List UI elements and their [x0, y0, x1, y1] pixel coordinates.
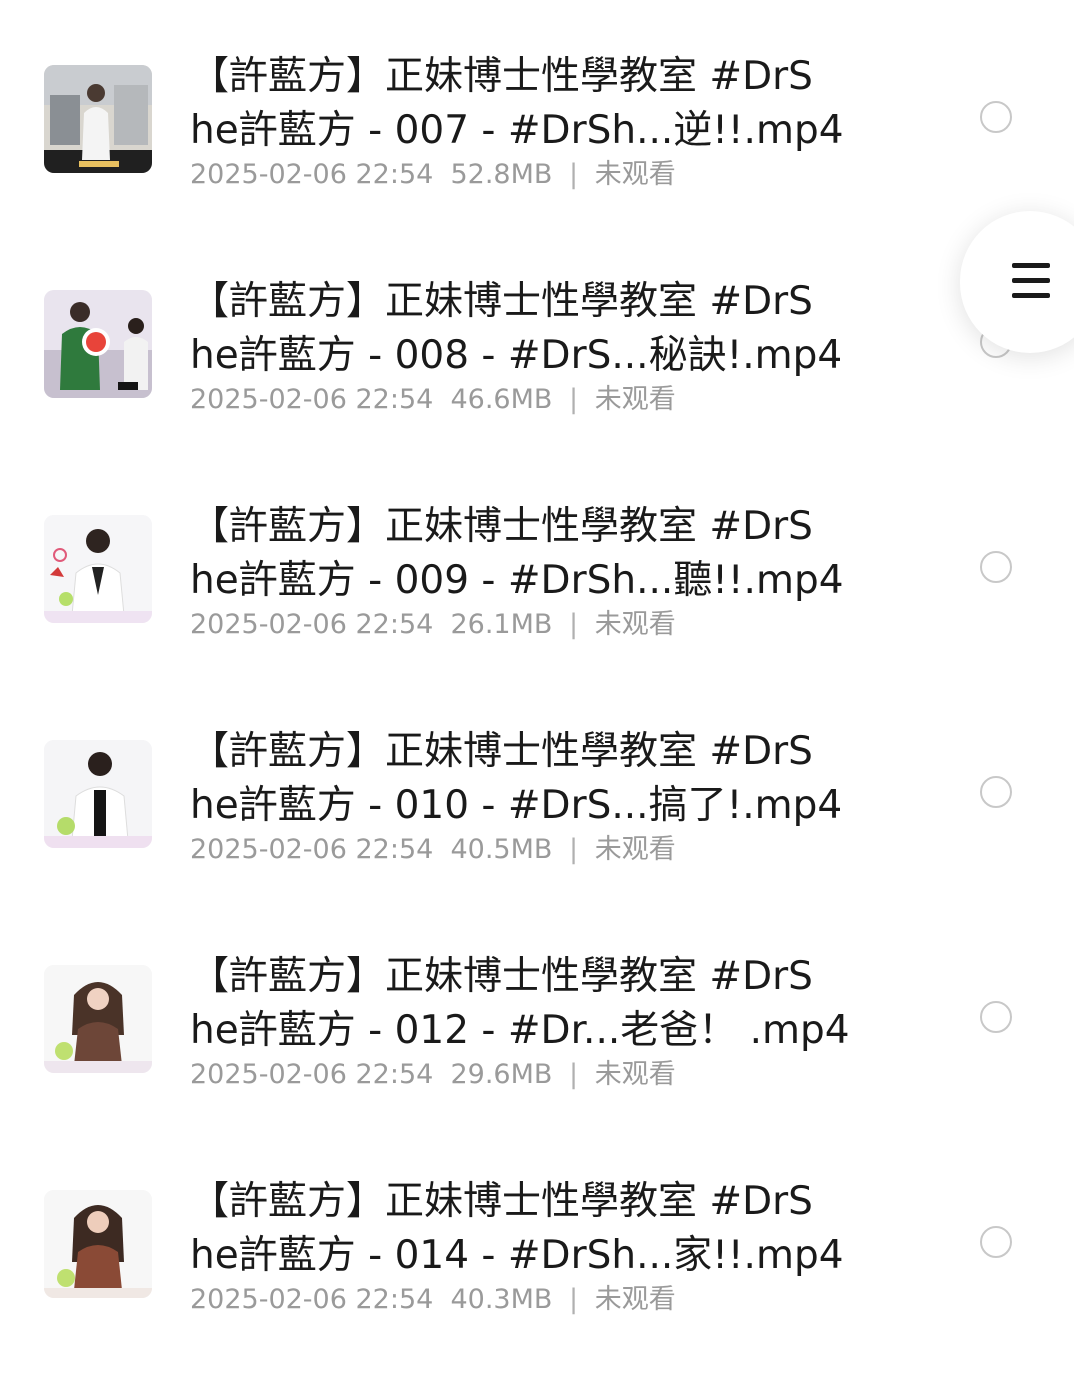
file-title-line: 【許藍方】正妹博士性學教室 #DrS — [190, 1179, 813, 1224]
menu-icon — [1012, 263, 1050, 301]
file-title: 【許藍方】正妹博士性學教室 #DrS he許藍方 - 008 - #DrS...… — [190, 275, 880, 383]
file-title-line: 【許藍方】正妹博士性學教室 #DrS — [190, 729, 813, 774]
file-meta: 2025-02-06 22:54 46.6MB | 未观看 — [190, 380, 676, 420]
meta-separator: | — [569, 384, 579, 415]
list-item[interactable]: 【許藍方】正妹博士性學教室 #DrS he許藍方 - 008 - #DrS...… — [0, 225, 1074, 450]
file-size: 46.6MB — [450, 384, 553, 415]
file-title-line: he許藍方 - 010 - #DrS...搞了!.mp4 — [190, 783, 843, 828]
file-size: 40.3MB — [450, 1284, 553, 1315]
video-thumbnail[interactable] — [44, 1190, 152, 1298]
file-title: 【許藍方】正妹博士性學教室 #DrS he許藍方 - 007 - #DrSh..… — [190, 50, 880, 158]
watch-status: 未观看 — [594, 834, 676, 865]
thumbnail-image — [44, 515, 152, 623]
file-title-line: he許藍方 - 007 - #DrSh...逆!!.mp4 — [190, 108, 844, 153]
select-radio[interactable] — [980, 776, 1012, 808]
meta-separator: | — [569, 159, 579, 190]
meta-separator: | — [569, 1059, 579, 1090]
list-item[interactable]: 【許藍方】正妹博士性學教室 #DrS he許藍方 - 012 - #Dr...老… — [0, 900, 1074, 1125]
meta-separator: | — [569, 1284, 579, 1315]
list-item[interactable]: 【許藍方】正妹博士性學教室 #DrS he許藍方 - 007 - #DrSh..… — [0, 0, 1074, 225]
watch-status: 未观看 — [594, 384, 676, 415]
file-title-line: he許藍方 - 009 - #DrSh...聽!!.mp4 — [190, 558, 844, 603]
file-size: 29.6MB — [450, 1059, 553, 1090]
video-thumbnail[interactable] — [44, 965, 152, 1073]
file-date: 2025-02-06 22:54 — [190, 159, 434, 190]
file-size: 26.1MB — [450, 609, 553, 640]
list-item[interactable]: 【許藍方】正妹博士性學教室 #DrS he許藍方 - 010 - #DrS...… — [0, 675, 1074, 900]
file-size: 40.5MB — [450, 834, 553, 865]
file-date: 2025-02-06 22:54 — [190, 384, 434, 415]
watch-status: 未观看 — [594, 1284, 676, 1315]
thumbnail-image — [44, 1190, 152, 1298]
thumbnail-image — [44, 740, 152, 848]
video-thumbnail[interactable] — [44, 515, 152, 623]
file-title-line: he許藍方 - 014 - #DrSh...家!!.mp4 — [190, 1233, 844, 1278]
file-title-line: he許藍方 - 012 - #Dr...老爸！ .mp4 — [190, 1008, 850, 1053]
meta-separator: | — [569, 609, 579, 640]
file-title-line: 【許藍方】正妹博士性學教室 #DrS — [190, 279, 813, 324]
thumbnail-image — [44, 965, 152, 1073]
file-title: 【許藍方】正妹博士性學教室 #DrS he許藍方 - 014 - #DrSh..… — [190, 1175, 880, 1283]
select-radio[interactable] — [980, 101, 1012, 133]
select-radio[interactable] — [980, 1226, 1012, 1258]
file-meta: 2025-02-06 22:54 52.8MB | 未观看 — [190, 155, 676, 195]
list-item[interactable]: 【許藍方】正妹博士性學教室 #DrS he許藍方 - 014 - #DrSh..… — [0, 1125, 1074, 1350]
file-date: 2025-02-06 22:54 — [190, 1284, 434, 1315]
video-thumbnail[interactable] — [44, 740, 152, 848]
file-title-line: he許藍方 - 008 - #DrS...秘訣!.mp4 — [190, 333, 843, 378]
thumbnail-image — [44, 290, 152, 398]
watch-status: 未观看 — [594, 1059, 676, 1090]
meta-separator: | — [569, 834, 579, 865]
watch-status: 未观看 — [594, 159, 676, 190]
watch-status: 未观看 — [594, 609, 676, 640]
file-title-line: 【許藍方】正妹博士性學教室 #DrS — [190, 954, 813, 999]
file-meta: 2025-02-06 22:54 40.5MB | 未观看 — [190, 830, 676, 870]
file-title-line: 【許藍方】正妹博士性學教室 #DrS — [190, 54, 813, 99]
file-date: 2025-02-06 22:54 — [190, 609, 434, 640]
file-title: 【許藍方】正妹博士性學教室 #DrS he許藍方 - 010 - #DrS...… — [190, 725, 880, 833]
file-title: 【許藍方】正妹博士性學教室 #DrS he許藍方 - 012 - #Dr...老… — [190, 950, 880, 1058]
video-thumbnail[interactable] — [44, 65, 152, 173]
file-title: 【許藍方】正妹博士性學教室 #DrS he許藍方 - 009 - #DrSh..… — [190, 500, 880, 608]
video-thumbnail[interactable] — [44, 290, 152, 398]
thumbnail-image — [44, 65, 152, 173]
file-meta: 2025-02-06 22:54 29.6MB | 未观看 — [190, 1055, 676, 1095]
file-meta: 2025-02-06 22:54 40.3MB | 未观看 — [190, 1280, 676, 1320]
select-radio[interactable] — [980, 1001, 1012, 1033]
file-date: 2025-02-06 22:54 — [190, 1059, 434, 1090]
list-item[interactable]: 【許藍方】正妹博士性學教室 #DrS he許藍方 - 009 - #DrSh..… — [0, 450, 1074, 675]
file-date: 2025-02-06 22:54 — [190, 834, 434, 865]
file-size: 52.8MB — [450, 159, 553, 190]
select-radio[interactable] — [980, 551, 1012, 583]
file-title-line: 【許藍方】正妹博士性學教室 #DrS — [190, 504, 813, 549]
file-meta: 2025-02-06 22:54 26.1MB | 未观看 — [190, 605, 676, 645]
